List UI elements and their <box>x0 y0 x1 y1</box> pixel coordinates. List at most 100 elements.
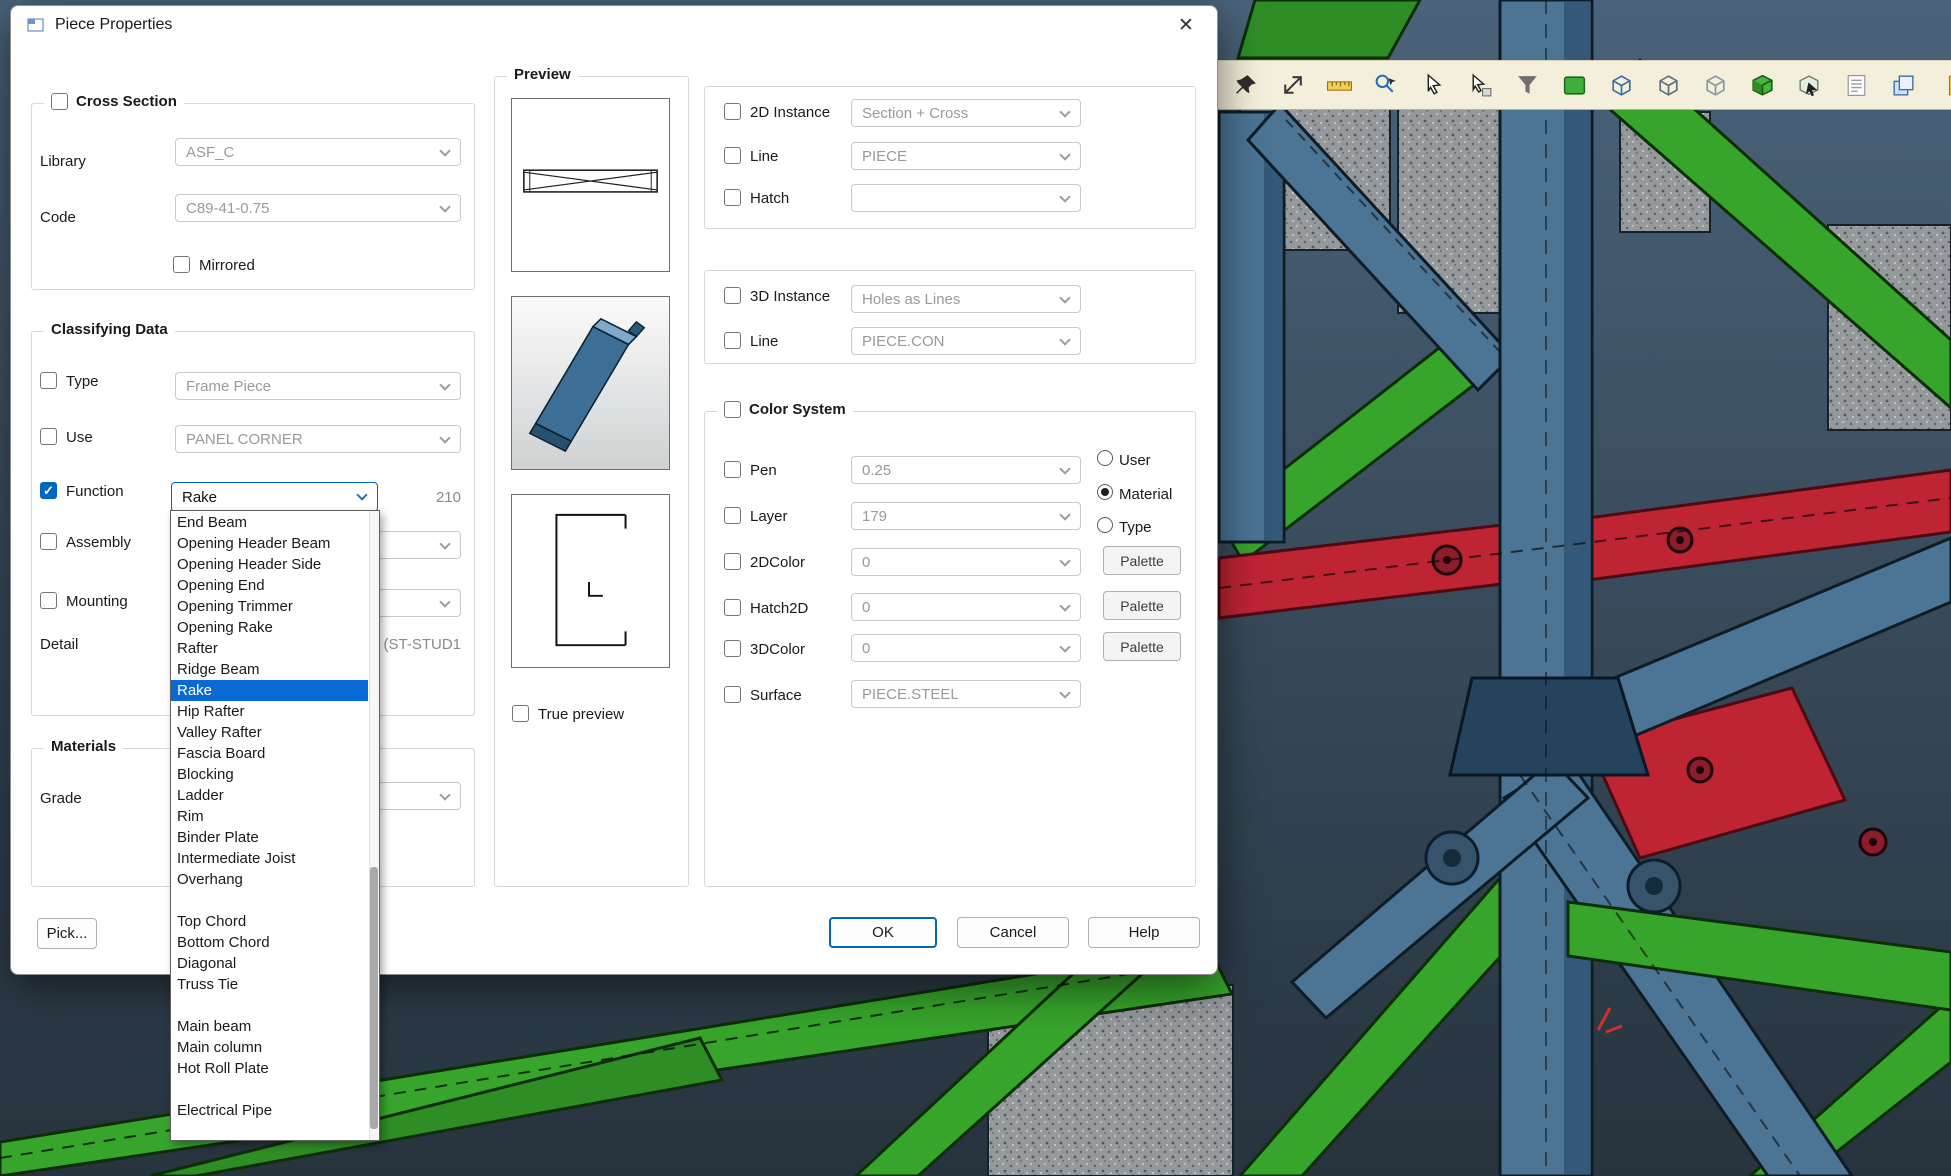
function-option[interactable]: Electrical Pipe <box>171 1100 368 1121</box>
color2d-label: 2DColor <box>750 554 805 572</box>
function-option[interactable]: Fascia Board <box>171 743 368 764</box>
pan-icon[interactable] <box>1276 69 1308 101</box>
function-option[interactable]: Overhang <box>171 869 368 890</box>
mounting-checkbox[interactable] <box>40 592 57 609</box>
function-option[interactable]: Valley Rafter <box>171 722 368 743</box>
line3d-checkbox[interactable] <box>724 332 741 349</box>
function-option[interactable]: Opening Header Side <box>171 554 368 575</box>
pin-icon[interactable] <box>1229 69 1261 101</box>
palette-hatch2d-button[interactable]: Palette <box>1103 591 1181 620</box>
color2d-checkbox[interactable] <box>724 553 741 570</box>
chevron-down-icon <box>439 432 450 443</box>
color-system-checkbox[interactable] <box>724 401 741 418</box>
instance2d-combo[interactable]: Section + Cross <box>851 99 1081 127</box>
function-option[interactable]: Opening Header Beam <box>171 533 368 554</box>
close-icon[interactable]: ✕ <box>1171 14 1201 37</box>
chevron-down-icon <box>1059 106 1070 117</box>
function-option[interactable]: Opening Rake <box>171 617 368 638</box>
function-option[interactable] <box>171 995 368 1016</box>
layer-combo[interactable]: 179 <box>851 502 1081 530</box>
hatch2d-checkbox[interactable] <box>724 599 741 616</box>
library-combo[interactable]: ASF_C <box>175 138 461 166</box>
color3d-combo[interactable]: 0 <box>851 634 1081 662</box>
line2d-combo[interactable]: PIECE <box>851 142 1081 170</box>
hatch-combo[interactable] <box>851 184 1081 212</box>
pen-checkbox[interactable] <box>724 461 741 478</box>
function-option[interactable]: Rafter <box>171 638 368 659</box>
function-option[interactable]: Top Chord <box>171 911 368 932</box>
box-wire-blue-icon[interactable] <box>1605 69 1637 101</box>
surface-label: Surface <box>750 687 802 705</box>
function-option[interactable]: Ladder <box>171 785 368 806</box>
clipped-icon[interactable] <box>1934 69 1951 101</box>
layer-checkbox[interactable] <box>724 507 741 524</box>
filter-icon[interactable] <box>1511 69 1543 101</box>
color3d-checkbox[interactable] <box>724 640 741 657</box>
box-wire-light-icon[interactable] <box>1699 69 1731 101</box>
function-option[interactable]: Blocking <box>171 764 368 785</box>
pick-button[interactable]: Pick... <box>37 918 97 949</box>
type-checkbox[interactable] <box>40 372 57 389</box>
true-preview-checkbox[interactable] <box>512 705 529 722</box>
radio-user[interactable] <box>1097 450 1113 466</box>
help-button[interactable]: Help <box>1088 917 1200 948</box>
cancel-button[interactable]: Cancel <box>957 917 1069 948</box>
pen-combo[interactable]: 0.25 <box>851 456 1081 484</box>
function-option[interactable]: Hot Roll Plate <box>171 1058 368 1079</box>
surface-checkbox[interactable] <box>724 686 741 703</box>
color2d-combo[interactable]: 0 <box>851 548 1081 576</box>
surface-combo[interactable]: PIECE.STEEL <box>851 680 1081 708</box>
function-option[interactable]: Ridge Beam <box>171 659 368 680</box>
dialog-titlebar[interactable]: Piece Properties ✕ <box>11 6 1217 44</box>
function-option[interactable]: Binder Plate <box>171 827 368 848</box>
function-option[interactable]: Hip Rafter <box>171 701 368 722</box>
mirrored-checkbox[interactable] <box>173 256 190 273</box>
function-combo[interactable]: Rake <box>171 482 378 512</box>
function-option[interactable]: Main beam <box>171 1016 368 1037</box>
instance3d-combo[interactable]: Holes as Lines <box>851 285 1081 313</box>
code-combo[interactable]: C89-41-0.75 <box>175 194 461 222</box>
function-option[interactable]: Diagonal <box>171 953 368 974</box>
select-cursor-icon[interactable] <box>1417 69 1449 101</box>
function-option[interactable] <box>171 890 368 911</box>
assembly-checkbox[interactable] <box>40 533 57 550</box>
function-checkbox[interactable]: ✓ <box>40 482 57 499</box>
radio-material[interactable] <box>1097 484 1113 500</box>
panel-icon[interactable] <box>1558 69 1590 101</box>
zoom-cursor-icon[interactable] <box>1370 69 1402 101</box>
hatch-checkbox[interactable] <box>724 189 741 206</box>
palette-3d-button[interactable]: Palette <box>1103 632 1181 661</box>
function-option[interactable]: Main column <box>171 1037 368 1058</box>
ok-button[interactable]: OK <box>829 917 937 948</box>
hatch-label: Hatch <box>750 190 789 208</box>
function-option[interactable]: Rake <box>171 680 368 701</box>
notes-icon[interactable] <box>1840 69 1872 101</box>
function-option[interactable]: Rim <box>171 806 368 827</box>
list-scrollbar[interactable] <box>369 511 379 1140</box>
modify-cursor-icon[interactable] <box>1464 69 1496 101</box>
scrollbar-thumb[interactable] <box>370 867 378 1129</box>
function-option[interactable]: End Beam <box>171 512 368 533</box>
box-wire-gray-icon[interactable] <box>1652 69 1684 101</box>
palette-2d-button[interactable]: Palette <box>1103 546 1181 575</box>
function-option[interactable] <box>171 1079 368 1100</box>
line3d-combo[interactable]: PIECE.CON <box>851 327 1081 355</box>
use-checkbox[interactable] <box>40 428 57 445</box>
instance2d-checkbox[interactable] <box>724 103 741 120</box>
function-option[interactable]: Intermediate Joist <box>171 848 368 869</box>
function-option[interactable]: Truss Tie <box>171 974 368 995</box>
cube-solid-icon[interactable] <box>1746 69 1778 101</box>
function-option[interactable]: Opening End <box>171 575 368 596</box>
layers-icon[interactable] <box>1887 69 1919 101</box>
type-combo[interactable]: Frame Piece <box>175 372 461 400</box>
use-combo[interactable]: PANEL CORNER <box>175 425 461 453</box>
hatch2d-combo[interactable]: 0 <box>851 593 1081 621</box>
line2d-checkbox[interactable] <box>724 147 741 164</box>
cube-select-icon[interactable] <box>1793 69 1825 101</box>
radio-type[interactable] <box>1097 517 1113 533</box>
function-option[interactable]: Bottom Chord <box>171 932 368 953</box>
ruler-icon[interactable] <box>1323 69 1355 101</box>
cross-section-checkbox[interactable] <box>51 93 68 110</box>
function-option[interactable]: Opening Trimmer <box>171 596 368 617</box>
instance3d-checkbox[interactable] <box>724 287 741 304</box>
